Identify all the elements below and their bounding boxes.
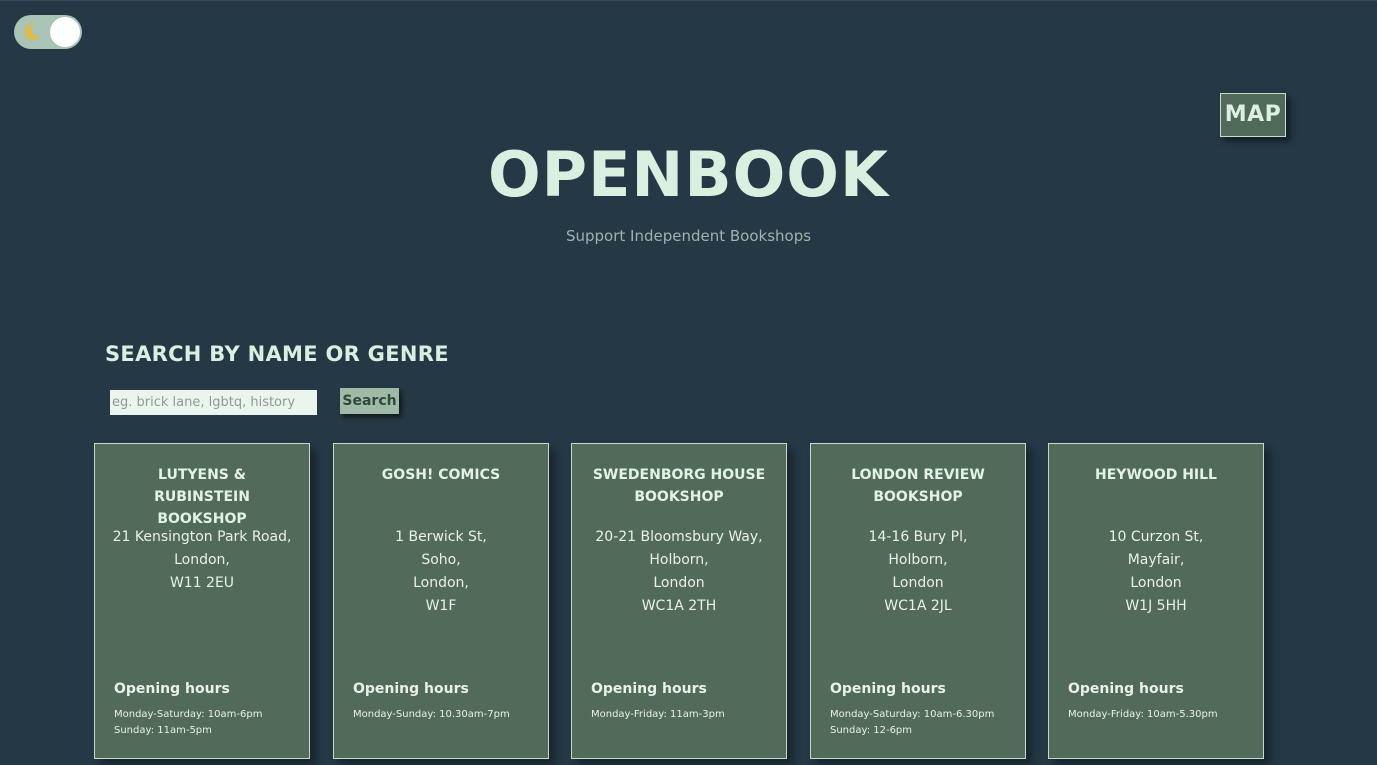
address-line: London	[1130, 575, 1182, 591]
address-line: W1F	[425, 598, 457, 614]
opening-hours: Monday-Saturday: 10am-6.30pm Sunday: 12-…	[830, 707, 994, 739]
address-line: London,	[174, 552, 230, 568]
hours-line: Sunday: 11am-5pm	[114, 725, 212, 736]
bookshop-address: 14-16 Bury Pl, Holborn, London WC1A 2JL	[819, 526, 1017, 618]
address-line: Mayfair,	[1127, 552, 1185, 568]
hours-line: Monday-Sunday: 10.30am-7pm	[353, 709, 510, 720]
bookshop-name: HEYWOOD HILL	[1095, 467, 1217, 483]
address-line: 1 Berwick St,	[395, 529, 487, 545]
bookshop-address: 10 Curzon St, Mayfair, London W1J 5HH	[1057, 526, 1255, 618]
hours-line: Sunday: 12-6pm	[830, 725, 913, 736]
bookshop-card[interactable]: HEYWOOD HILL 10 Curzon St, Mayfair, Lond…	[1048, 443, 1264, 759]
opening-hours-label: Opening hours	[114, 681, 230, 697]
moon-icon	[25, 23, 40, 40]
bookshop-address: 20-21 Bloomsbury Way, Holborn, London WC…	[580, 526, 778, 618]
toggle-knob	[50, 17, 80, 47]
theme-toggle[interactable]	[14, 15, 82, 49]
opening-hours: Monday-Saturday: 10am-6pm Sunday: 11am-5…	[114, 707, 262, 739]
address-line: Holborn,	[888, 552, 948, 568]
address-line: London	[892, 575, 944, 591]
address-line: 10 Curzon St,	[1108, 529, 1204, 545]
address-line: 20-21 Bloomsbury Way,	[595, 529, 763, 545]
map-button[interactable]: MAP	[1220, 93, 1286, 137]
search-input[interactable]	[110, 390, 317, 415]
address-line: WC1A 2JL	[884, 598, 952, 614]
page-subtitle: Support Independent Bookshops	[565, 227, 812, 245]
hours-line: Monday-Saturday: 10am-6.30pm	[830, 709, 995, 720]
address-line: 21 Kensington Park Road,	[112, 529, 292, 545]
hours-line: Monday-Saturday: 10am-6pm	[114, 709, 263, 720]
address-line: W11 2EU	[169, 575, 235, 591]
bookshop-address: 1 Berwick St, Soho, London, W1F	[342, 526, 540, 618]
address-line: London	[653, 575, 705, 591]
address-line: Soho,	[421, 552, 461, 568]
opening-hours: Monday-Friday: 10am-5.30pm	[1068, 707, 1218, 723]
opening-hours: Monday-Friday: 11am-3pm	[591, 707, 725, 723]
page-title: OPENBOOK	[487, 138, 890, 211]
opening-hours-label: Opening hours	[830, 681, 946, 697]
bookshop-card[interactable]: LUTYENS & RUBINSTEIN BOOKSHOP 21 Kensing…	[94, 443, 310, 759]
hours-line: Monday-Friday: 11am-3pm	[591, 709, 725, 720]
opening-hours-label: Opening hours	[353, 681, 469, 697]
address-line: W1J 5HH	[1125, 598, 1187, 614]
search-heading: SEARCH BY NAME OR GENRE	[105, 342, 449, 366]
bookshop-card[interactable]: GOSH! COMICS 1 Berwick St, Soho, London,…	[333, 443, 549, 759]
bookshop-list: LUTYENS & RUBINSTEIN BOOKSHOP 21 Kensing…	[94, 443, 1274, 765]
opening-hours: Monday-Sunday: 10.30am-7pm	[353, 707, 510, 723]
bookshop-name: LUTYENS & RUBINSTEIN BOOKSHOP	[154, 467, 250, 527]
hours-line: Monday-Friday: 10am-5.30pm	[1068, 709, 1218, 720]
bookshop-name: GOSH! COMICS	[381, 467, 501, 483]
bookshop-card[interactable]: LONDON REVIEW BOOKSHOP 14-16 Bury Pl, Ho…	[810, 443, 1026, 759]
page: MAP OPENBOOK Support Independent Booksho…	[0, 0, 1377, 765]
bookshop-card[interactable]: SWEDENBORG HOUSE BOOKSHOP 20-21 Bloomsbu…	[571, 443, 787, 759]
address-line: 14-16 Bury Pl,	[868, 529, 968, 545]
address-line: WC1A 2TH	[641, 598, 717, 614]
address-line: Holborn,	[649, 552, 709, 568]
bookshop-name: SWEDENBORG HOUSE BOOKSHOP	[592, 467, 766, 505]
bookshop-address: 21 Kensington Park Road, London, W11 2EU	[103, 526, 301, 595]
address-line: London,	[413, 575, 469, 591]
search-button[interactable]: Search	[340, 388, 399, 414]
opening-hours-label: Opening hours	[591, 681, 707, 697]
opening-hours-label: Opening hours	[1068, 681, 1184, 697]
bookshop-name: LONDON REVIEW BOOKSHOP	[851, 467, 985, 505]
